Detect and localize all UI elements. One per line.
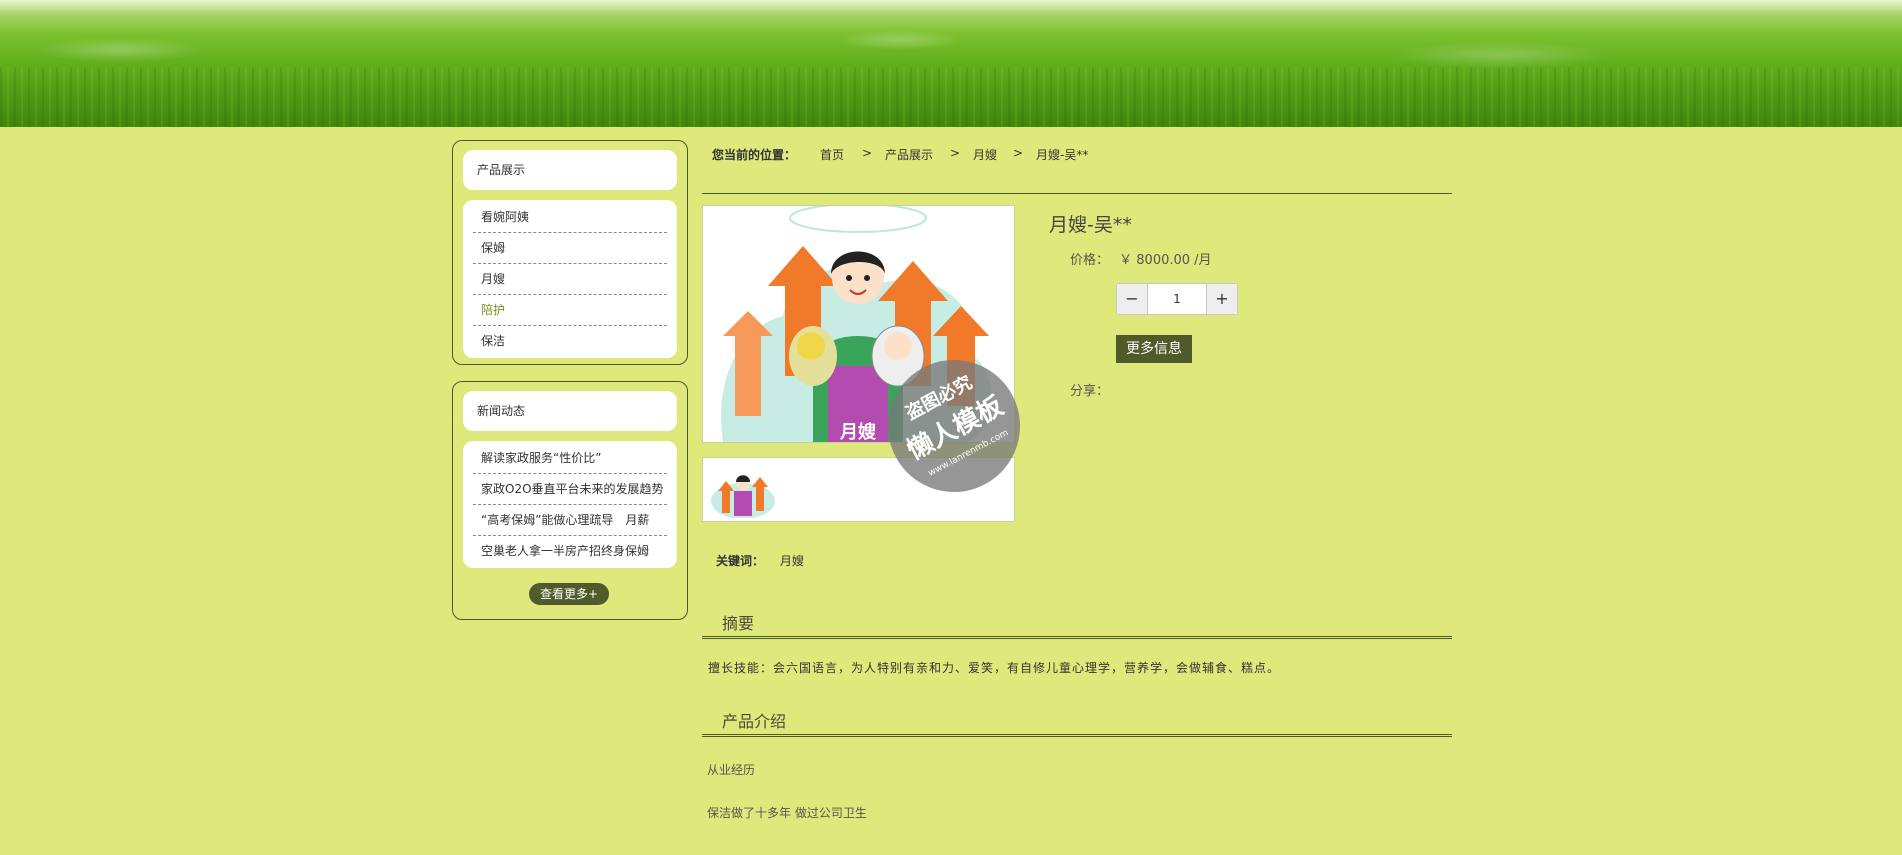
sidebar-products-list: 看婉阿姨 保姆 月嫂 陪护 保洁	[463, 200, 677, 358]
intro-section-header: 产品介绍	[702, 704, 1452, 737]
decrease-quantity-button[interactable]: −	[1117, 284, 1147, 314]
price-value: ￥ 8000.00 /月	[1119, 253, 1212, 268]
keywords-value[interactable]: 月嫂	[780, 554, 804, 568]
more-info-button[interactable]: 更多信息	[1116, 335, 1192, 363]
keywords-label: 关键词：	[716, 554, 765, 568]
breadcrumb-products-link[interactable]: 产品展示	[885, 146, 933, 163]
sidebar-products-title: 产品展示	[463, 150, 677, 190]
sidebar-products-box: 产品展示 看婉阿姨 保姆 月嫂 陪护 保洁	[452, 140, 688, 365]
news-item[interactable]: 家政O2O垂直平台未来的发展趋势	[473, 474, 667, 505]
banner-grass-texture	[0, 67, 1902, 127]
sidebar-news-title: 新闻动态	[463, 391, 677, 431]
breadcrumb-prefix: 您当前的位置：	[712, 148, 797, 162]
sidebar-item-kanwan[interactable]: 看婉阿姨	[473, 202, 667, 233]
breadcrumb-separator: >	[862, 146, 873, 160]
product-thumbnail[interactable]	[708, 461, 778, 518]
intro-heading: 产品介绍	[722, 712, 787, 731]
view-more-button[interactable]: 查看更多+	[529, 583, 609, 605]
increase-quantity-button[interactable]: +	[1207, 284, 1237, 314]
sidebar-news-list: 解读家政服务“性价比” 家政O2O垂直平台未来的发展趋势 “高考保姆”能做心理疏…	[463, 441, 677, 568]
breadcrumb-yuesao-link[interactable]: 月嫂	[973, 146, 997, 163]
sidebar-item-baojie[interactable]: 保洁	[473, 326, 667, 356]
breadcrumb-home-link[interactable]: 首页	[820, 146, 844, 163]
quantity-stepper: − 1 +	[1116, 283, 1238, 315]
news-item[interactable]: 解读家政服务“性价比”	[473, 443, 667, 474]
sidebar-item-baomu[interactable]: 保姆	[473, 233, 667, 264]
breadcrumb-current: 月嫂-吴**	[1036, 148, 1089, 162]
keywords-row: 关键词： 月嫂	[716, 552, 804, 569]
share-label: 分享：	[1070, 384, 1110, 399]
summary-section-header: 摘要	[702, 606, 1452, 639]
summary-heading: 摘要	[722, 614, 755, 633]
sidebar-item-peihu[interactable]: 陪护	[473, 295, 667, 326]
thumbnail-illustration	[708, 461, 778, 518]
breadcrumb-separator: >	[1013, 146, 1024, 160]
header-banner	[0, 0, 1902, 127]
price-label: 价格：	[1070, 253, 1110, 268]
intro-line-experience: 从业经历	[707, 763, 756, 777]
summary-text: 擅长技能：会六国语言，为人特别有亲和力、爱笑，有自修儿童心理学，营养学，会做辅食…	[708, 661, 1281, 675]
breadcrumb: 您当前的位置： 首页 > 产品展示 > 月嫂 > 月嫂-吴**	[702, 146, 1452, 194]
product-title: 月嫂-吴**	[1049, 214, 1132, 236]
sidebar-item-yuesao[interactable]: 月嫂	[473, 264, 667, 295]
news-item[interactable]: “高考保姆”能做心理疏导 月薪	[473, 505, 667, 536]
quantity-input[interactable]: 1	[1147, 284, 1207, 314]
product-price: 价格： ￥ 8000.00 /月	[1070, 249, 1212, 268]
breadcrumb-separator: >	[950, 146, 961, 160]
news-item[interactable]: 空巢老人拿一半房产招终身保姆	[473, 536, 667, 566]
sidebar-news-box: 新闻动态 解读家政服务“性价比” 家政O2O垂直平台未来的发展趋势 “高考保姆”…	[452, 381, 688, 620]
image-caption: 月嫂	[839, 421, 877, 442]
intro-line-detail: 保洁做了十多年 做过公司卫生	[707, 806, 867, 820]
